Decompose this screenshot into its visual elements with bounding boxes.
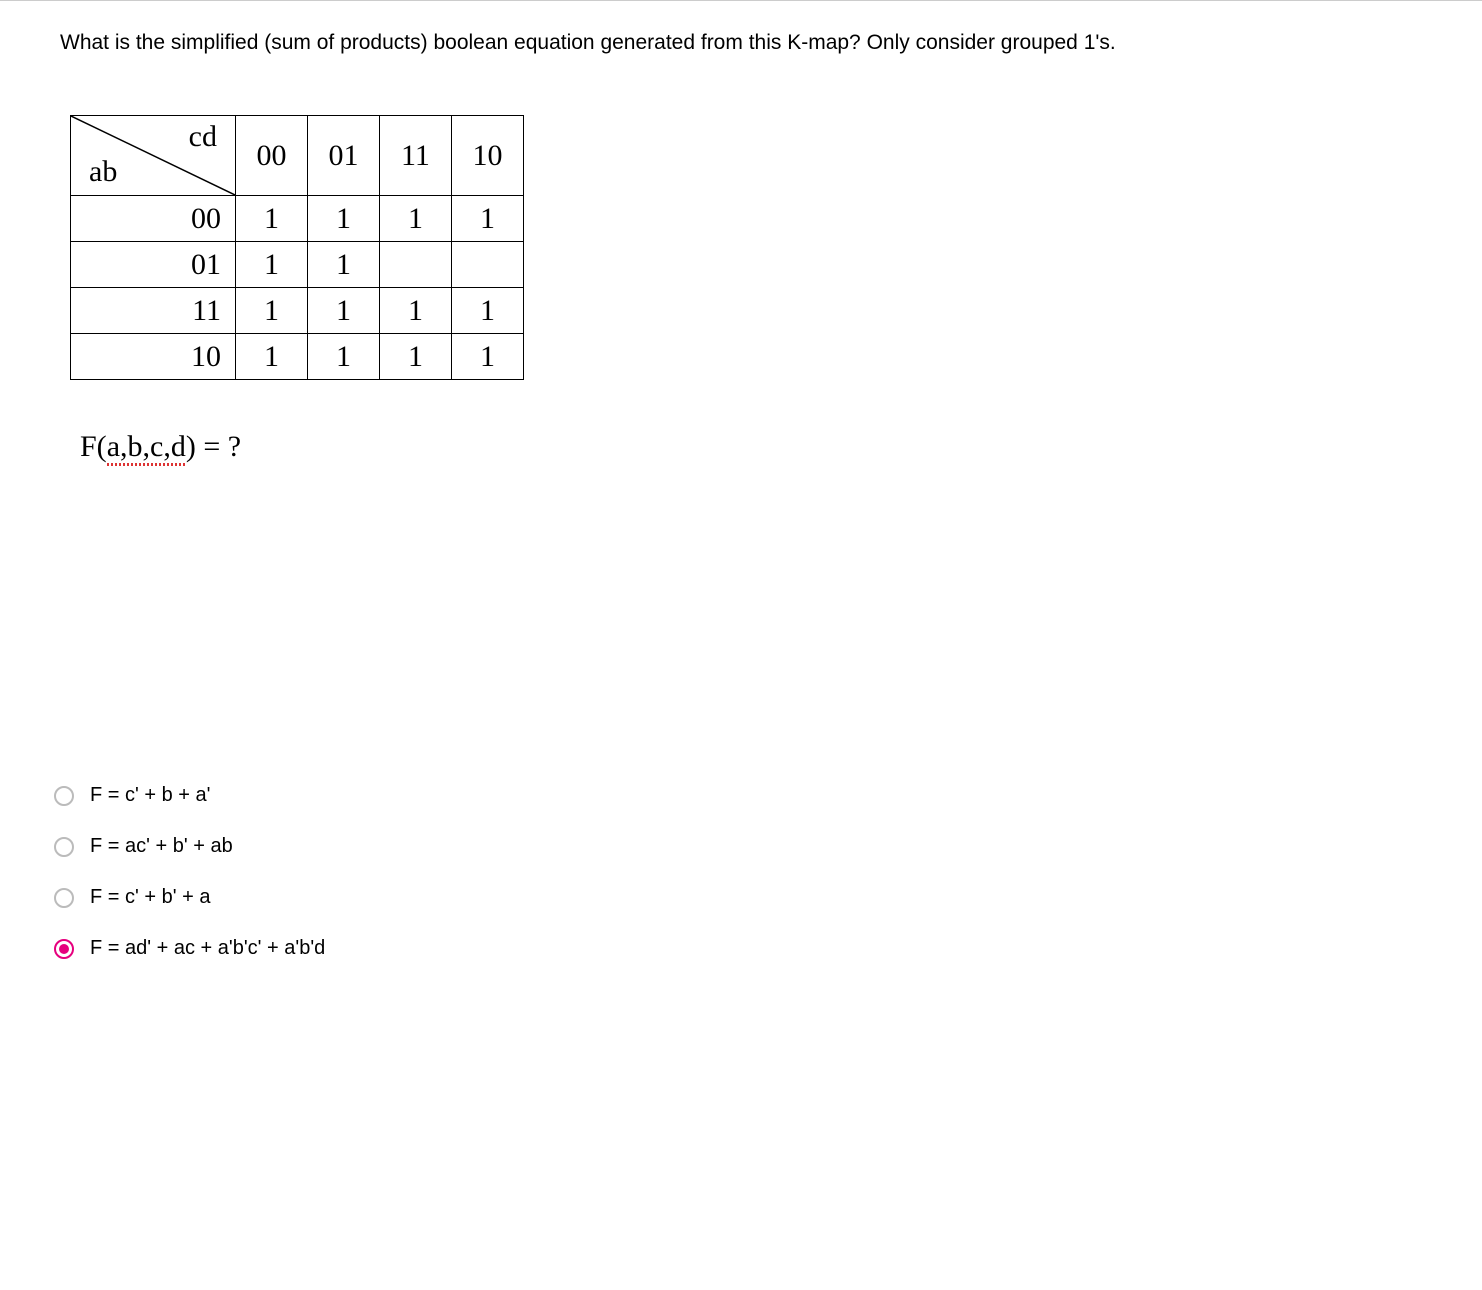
kmap-cell: 1 [236, 196, 308, 242]
kmap-cell: 1 [452, 288, 524, 334]
col-header: 00 [236, 116, 308, 196]
answer-options: F = c' + b + a' F = ac' + b' + ab F = c'… [54, 784, 1422, 960]
kmap-container: cd ab 00 01 11 10 00 1 1 1 1 01 1 1 [70, 115, 1422, 380]
function-prefix: F( [80, 430, 107, 463]
kmap-cell: 1 [452, 334, 524, 380]
radio-icon[interactable] [54, 939, 74, 959]
col-header: 10 [452, 116, 524, 196]
kmap-cell: 1 [308, 242, 380, 288]
radio-icon[interactable] [54, 837, 74, 857]
kmap-cell: 1 [380, 196, 452, 242]
option-1[interactable]: F = c' + b + a' [54, 784, 1422, 807]
option-label: F = c' + b + a' [90, 784, 210, 807]
radio-icon[interactable] [54, 888, 74, 908]
kmap-cell: 1 [308, 334, 380, 380]
kmap-cell: 1 [236, 334, 308, 380]
option-label: F = c' + b' + a [90, 886, 210, 909]
function-args: a,b,c,d [107, 430, 186, 464]
radio-icon[interactable] [54, 786, 74, 806]
row-header: 11 [71, 288, 236, 334]
function-suffix: ) = ? [186, 430, 241, 463]
kmap-cell [452, 242, 524, 288]
kmap-cell [380, 242, 452, 288]
question-text: What is the simplified (sum of products)… [60, 31, 1422, 55]
kmap-corner: cd ab [71, 116, 236, 196]
option-label: F = ac' + b' + ab [90, 835, 233, 858]
kmap-table: cd ab 00 01 11 10 00 1 1 1 1 01 1 1 [70, 115, 524, 380]
question-page: What is the simplified (sum of products)… [0, 0, 1482, 1018]
kmap-cell: 1 [308, 288, 380, 334]
kmap-cell: 1 [452, 196, 524, 242]
col-header: 01 [308, 116, 380, 196]
kmap-cell: 1 [308, 196, 380, 242]
row-variable: ab [89, 155, 117, 189]
function-expression: F(a,b,c,d) = ? [80, 430, 1422, 464]
option-4[interactable]: F = ad' + ac + a'b'c' + a'b'd [54, 937, 1422, 960]
row-header: 00 [71, 196, 236, 242]
option-3[interactable]: F = c' + b' + a [54, 886, 1422, 909]
option-label: F = ad' + ac + a'b'c' + a'b'd [90, 937, 325, 960]
option-2[interactable]: F = ac' + b' + ab [54, 835, 1422, 858]
row-header: 10 [71, 334, 236, 380]
col-variable: cd [189, 120, 217, 154]
row-header: 01 [71, 242, 236, 288]
kmap-cell: 1 [236, 242, 308, 288]
kmap-cell: 1 [380, 288, 452, 334]
col-header: 11 [380, 116, 452, 196]
kmap-cell: 1 [380, 334, 452, 380]
kmap-cell: 1 [236, 288, 308, 334]
